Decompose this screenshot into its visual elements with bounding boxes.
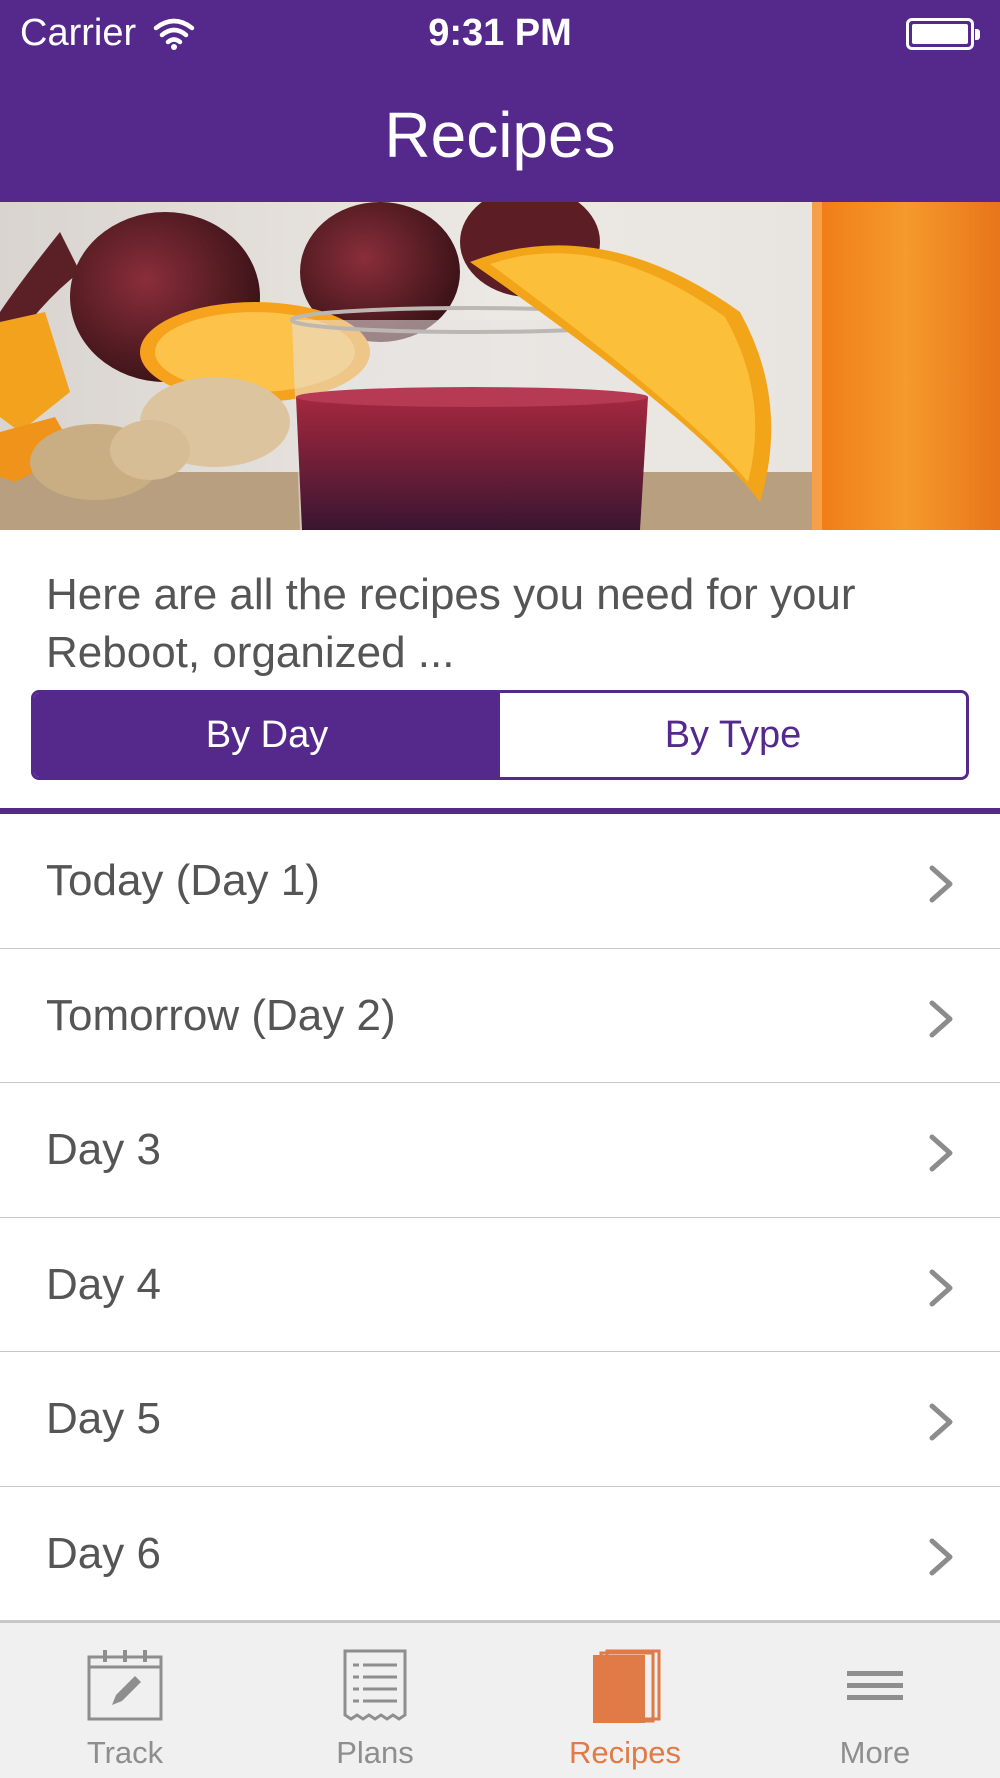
list-item-day-5[interactable]: Day 5 bbox=[0, 1352, 1000, 1487]
list-item-day-3[interactable]: Day 3 bbox=[0, 1083, 1000, 1218]
list-item-label: Day 3 bbox=[46, 1125, 161, 1174]
list-item-day-1[interactable]: Today (Day 1) bbox=[0, 814, 1000, 949]
hamburger-menu-icon bbox=[847, 1671, 903, 1700]
list-item-label: Day 5 bbox=[46, 1394, 161, 1443]
chevron-right-icon bbox=[929, 865, 953, 903]
battery-icon bbox=[906, 18, 980, 50]
intro-text: Here are all the recipes you need for yo… bbox=[46, 570, 856, 677]
tab-more[interactable]: More bbox=[750, 1623, 1000, 1778]
tab-label: More bbox=[839, 1735, 911, 1770]
day-list: Today (Day 1) Tomorrow (Day 2) Day 3 Day… bbox=[0, 814, 1000, 1621]
list-item-day-4[interactable]: Day 4 bbox=[0, 1218, 1000, 1352]
list-item-label: Day 4 bbox=[46, 1259, 161, 1309]
chevron-right-icon bbox=[929, 1000, 953, 1037]
segment-by-type[interactable]: By Type bbox=[500, 693, 966, 777]
list-item-day-6[interactable]: Day 6 bbox=[0, 1487, 1000, 1621]
receipt-list-icon bbox=[343, 1649, 407, 1721]
calendar-pencil-icon bbox=[87, 1650, 163, 1721]
tab-plans[interactable]: Plans bbox=[250, 1623, 500, 1778]
chevron-right-icon bbox=[929, 1538, 953, 1575]
tab-label: Plans bbox=[336, 1735, 414, 1770]
list-item-label: Today (Day 1) bbox=[46, 856, 320, 905]
navigation-bar: Carrier 9:31 PM Recipes bbox=[0, 0, 1000, 202]
chevron-right-icon bbox=[929, 1403, 953, 1441]
list-item-label: Tomorrow (Day 2) bbox=[46, 990, 396, 1040]
list-item-label: Day 6 bbox=[46, 1528, 161, 1578]
segment-by-day[interactable]: By Day bbox=[34, 693, 500, 777]
tab-label: Track bbox=[86, 1735, 164, 1770]
tab-track[interactable]: Track bbox=[0, 1623, 250, 1778]
page-title: Recipes bbox=[384, 99, 616, 171]
list-item-day-2[interactable]: Tomorrow (Day 2) bbox=[0, 949, 1000, 1083]
status-bar: Carrier 9:31 PM bbox=[0, 0, 1000, 68]
tab-recipes[interactable]: Recipes bbox=[500, 1623, 750, 1778]
chevron-right-icon bbox=[929, 1269, 953, 1306]
status-time: 9:31 PM bbox=[428, 12, 572, 54]
chevron-right-icon bbox=[929, 1134, 953, 1172]
hero-juice-image bbox=[0, 202, 1000, 530]
tab-bar: Track Plans Recipes More bbox=[0, 1621, 1000, 1778]
book-icon bbox=[593, 1649, 661, 1723]
view-mode-segmented-control: By Day By Type bbox=[31, 690, 969, 780]
tab-label: Recipes bbox=[569, 1735, 681, 1770]
